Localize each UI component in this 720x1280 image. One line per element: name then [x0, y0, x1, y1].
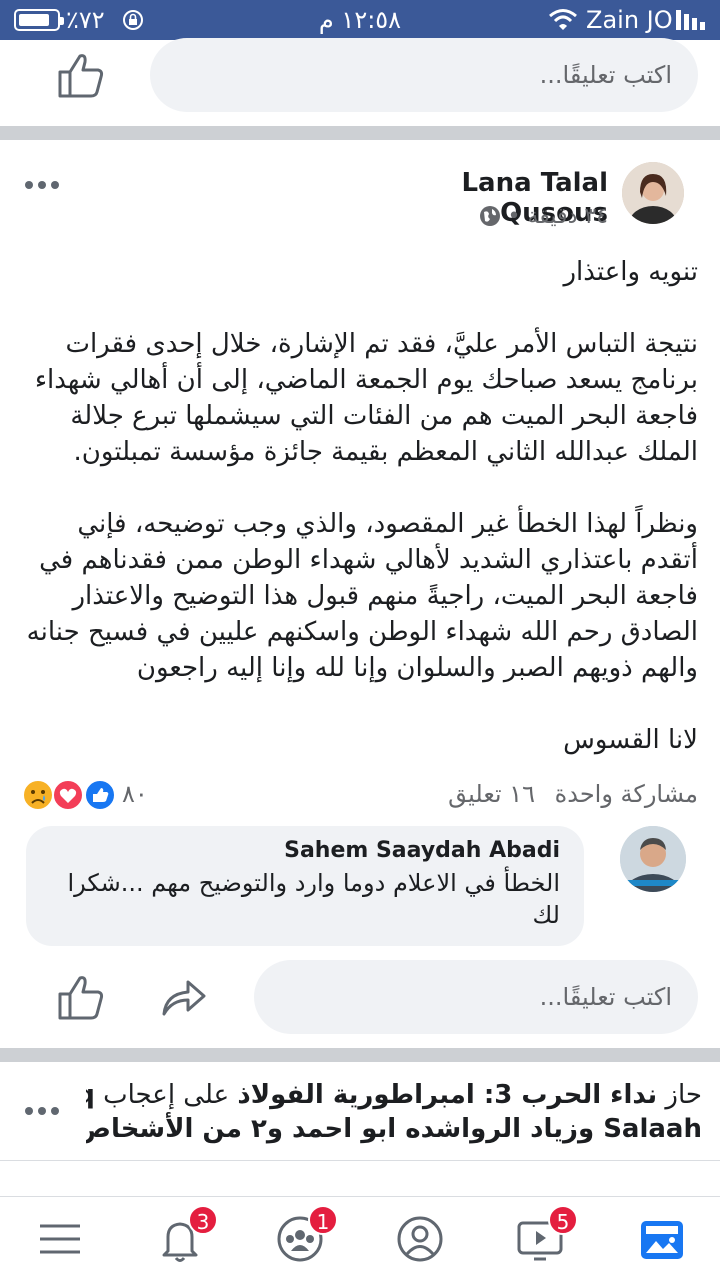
- news-feed-icon: [641, 1221, 683, 1259]
- share-icon[interactable]: [160, 976, 208, 1018]
- story-divider: [0, 1160, 720, 1161]
- more-options-icon[interactable]: [24, 180, 60, 190]
- story-line-2: Salaah وزياد الرواشده ابو احمد و٢ من الأ…: [86, 1114, 702, 1144]
- comment-bubble[interactable]: Sahem Saaydah Abadi الخطأ في الاعلام دوم…: [26, 826, 584, 946]
- reaction-icons: [22, 779, 114, 811]
- nav-notifications[interactable]: 3: [150, 1205, 218, 1269]
- more-options-icon[interactable]: [24, 1106, 60, 1116]
- bottom-nav: 5 1 3: [0, 1196, 720, 1280]
- post-time[interactable]: ٣٤ دقيقة: [527, 204, 608, 229]
- status-bar: ٪٧٢ ١٢:٥٨ م Zain JO: [0, 0, 720, 40]
- activity-story[interactable]: حاز نداء الحرب 3: امبراطورية الفولاذ على…: [86, 1078, 702, 1146]
- post-meta: ٣٤ دقيقة •: [478, 204, 608, 234]
- comment-author[interactable]: Sahem Saaydah Abadi: [46, 838, 560, 863]
- story-user-name[interactable]: Tariq: [86, 1080, 95, 1110]
- nav-profile[interactable]: [390, 1209, 450, 1269]
- reactions-count: ٨٠: [122, 780, 148, 808]
- nav-groups[interactable]: 1: [270, 1205, 338, 1269]
- nav-menu[interactable]: [30, 1209, 90, 1269]
- profile-icon: [397, 1216, 443, 1262]
- story-game-title[interactable]: نداء الحرب 3: امبراطورية الفولاذ: [237, 1080, 657, 1110]
- comment-input[interactable]: اكتب تعليقًا...: [150, 38, 698, 112]
- signal-icon: [676, 10, 705, 30]
- engagement-counts: مشاركة واحدة ١٦ تعليق: [400, 780, 698, 808]
- watch-badge: 5: [548, 1205, 578, 1235]
- meta-separator: •: [507, 204, 521, 229]
- post-paragraph: تنويه واعتذار: [563, 257, 698, 287]
- globe-icon: [479, 206, 500, 226]
- nav-news-feed[interactable]: [632, 1209, 692, 1269]
- wifi-icon: [549, 9, 577, 30]
- groups-badge: 1: [308, 1205, 338, 1235]
- post-paragraph: ونظراً لهذا الخطأ غير المقصود، والذي وجب…: [26, 509, 698, 683]
- nav-watch[interactable]: 5: [510, 1205, 578, 1269]
- comments-count[interactable]: ١٦ تعليق: [448, 780, 535, 808]
- like-icon[interactable]: [56, 974, 106, 1020]
- like-icon[interactable]: [56, 52, 106, 98]
- carrier-name: Zain JO: [586, 6, 673, 34]
- comment-input[interactable]: اكتب تعليقًا...: [254, 960, 698, 1034]
- feed-divider: [0, 126, 720, 140]
- menu-icon: [40, 1224, 80, 1254]
- post-body: تنويه واعتذار نتيجة التباس الأمر عليَّ، …: [22, 254, 698, 758]
- feed-divider: [0, 1048, 720, 1062]
- author-avatar[interactable]: [622, 162, 684, 224]
- post-paragraph: نتيجة التباس الأمر عليَّ، فقد تم الإشارة…: [34, 329, 698, 467]
- post-paragraph: لانا القسوس: [563, 725, 698, 755]
- shares-count[interactable]: مشاركة واحدة: [555, 780, 698, 808]
- story-prefix: حاز: [657, 1080, 702, 1110]
- story-mid: على إعجاب: [94, 1080, 238, 1110]
- comment-text: الخطأ في الاعلام دوما وارد والتوضيح مهم …: [67, 869, 560, 929]
- notifications-badge: 3: [188, 1205, 218, 1235]
- commenter-avatar[interactable]: [620, 826, 686, 892]
